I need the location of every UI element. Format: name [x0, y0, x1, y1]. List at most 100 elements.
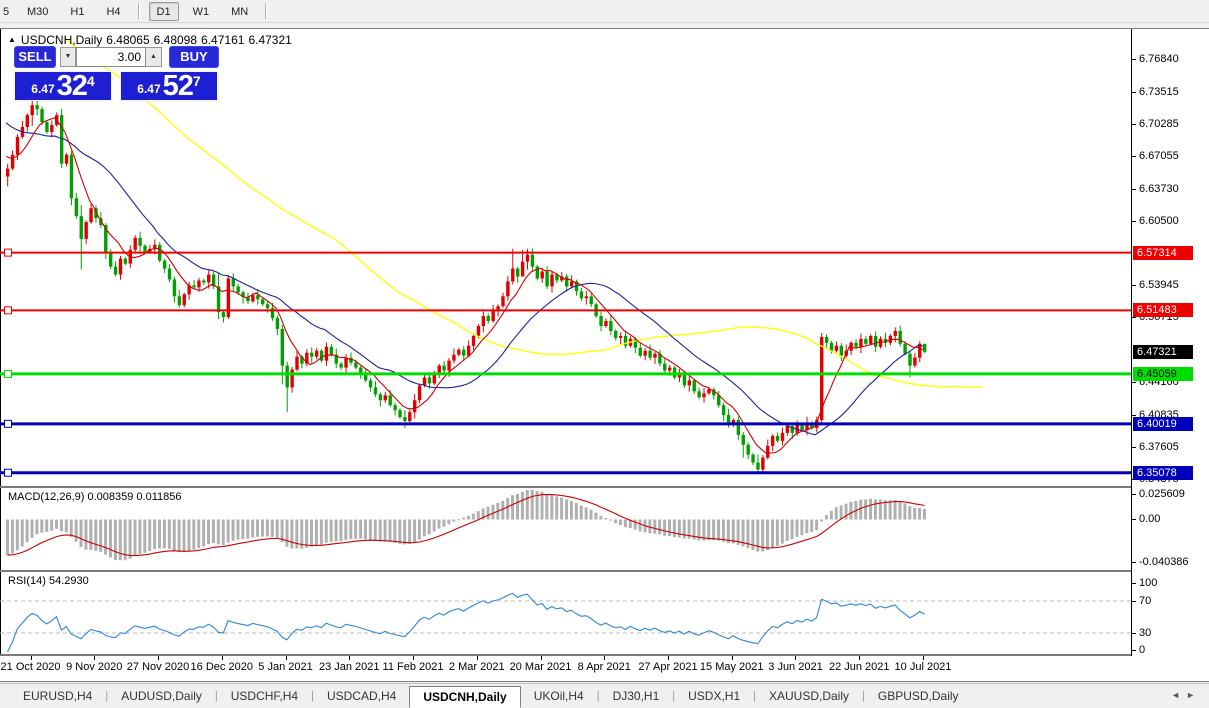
tab-scroll-left-icon[interactable]: ◄ — [1171, 690, 1186, 700]
date-axis-label: 11 Feb 2021 — [383, 661, 444, 673]
price-axis-label: 6.73515 — [1139, 86, 1179, 99]
tab-eurusd-h4[interactable]: EURUSD,H4 — [10, 686, 105, 708]
date-axis-tick — [923, 656, 924, 660]
volume-increase-button[interactable]: ▲ — [146, 47, 162, 67]
date-axis-tick — [604, 656, 605, 660]
macd-label: MACD(12,26,9) 0.008359 0.011856 — [8, 491, 181, 503]
price-axis-tick — [1132, 221, 1136, 222]
sell-quote[interactable]: 6.47 32 4 — [14, 71, 112, 101]
volume-input[interactable] — [76, 47, 146, 67]
date-axis-tick — [94, 656, 95, 660]
timeframe-h4[interactable]: H4 — [98, 2, 128, 21]
price-axis-tick — [1132, 285, 1136, 286]
rsi-indicator-pane[interactable] — [0, 572, 1131, 655]
rsi-axis-tick — [1132, 650, 1136, 651]
tab-usdchf-h4[interactable]: USDCHF,H4 — [218, 686, 311, 708]
price-line-tag: 6.35078 — [1133, 466, 1193, 480]
tab-gbpusd-daily[interactable]: GBPUSD,Daily — [865, 686, 972, 708]
tab-dj30-h1[interactable]: DJ30,H1 — [600, 686, 673, 708]
ohlc-open: 6.48065 — [106, 33, 149, 47]
sell-button[interactable]: SELL — [14, 46, 56, 68]
price-line-tag: 6.45059 — [1133, 367, 1193, 381]
date-axis-tick — [222, 656, 223, 660]
date-axis-tick — [668, 656, 669, 660]
timeframe-toolbar: 5 M30 H1 H4 D1 W1 MN — [0, 0, 1209, 23]
timeframe-w1[interactable]: W1 — [185, 2, 218, 21]
date-axis-label: 3 Jun 2021 — [768, 661, 822, 673]
price-line-tag: 6.57314 — [1133, 246, 1193, 260]
symbol-tab-bar: EURUSD,H4|AUDUSD,Daily|USDCHF,H4|USDCAD,… — [0, 683, 1209, 708]
price-axis-label: 6.53945 — [1139, 279, 1179, 292]
sell-price-prefix: 6.47 — [31, 80, 54, 99]
tab-ukoil-h4[interactable]: UKOil,H4 — [521, 686, 597, 708]
date-axis-tick — [859, 656, 860, 660]
date-axis-tick — [349, 656, 350, 660]
ohlc-close: 6.47321 — [248, 33, 291, 47]
buy-button[interactable]: BUY — [169, 46, 219, 68]
timeframe-h1[interactable]: H1 — [62, 2, 92, 21]
macd-axis-label: -0.040386 — [1139, 556, 1189, 569]
price-axis-tick — [1132, 447, 1136, 448]
date-axis-tick — [477, 656, 478, 660]
price-axis-label: 6.37605 — [1139, 441, 1179, 454]
tab-scroll-right-icon[interactable]: ► — [1186, 690, 1201, 700]
date-axis-label: 8 Apr 2021 — [578, 661, 631, 673]
buy-price-prefix: 6.47 — [137, 80, 160, 99]
buy-quote[interactable]: 6.47 52 7 — [120, 71, 218, 101]
date-axis-label: 9 Nov 2020 — [66, 661, 122, 673]
rsi-axis-tick — [1132, 583, 1136, 584]
date-axis-label: 21 Oct 2020 — [1, 661, 61, 673]
tab-usdcad-h4[interactable]: USDCAD,H4 — [314, 686, 409, 708]
one-click-trading-panel: SELL ▼ ▲ BUY 6.47 32 4 6.47 52 7 — [14, 46, 224, 101]
date-axis-label: 5 Jan 2021 — [258, 661, 312, 673]
date-axis-tick — [795, 656, 796, 660]
chart-symbol-title: USDCNH,Daily — [21, 33, 102, 47]
timeframe-m30[interactable]: M30 — [19, 2, 56, 21]
tab-usdcnh-daily[interactable]: USDCNH,Daily — [409, 686, 520, 708]
rsi-axis-tick — [1132, 601, 1136, 602]
price-axis-label: 6.63730 — [1139, 183, 1179, 196]
price-axis-label: 6.70285 — [1139, 118, 1179, 131]
date-axis-tick — [31, 656, 32, 660]
date-axis: 21 Oct 2020 9 Nov 2020 27 Nov 202016 Dec 2… — [0, 657, 1131, 681]
macd-axis-tick — [1132, 494, 1136, 495]
price-axis-tick — [1132, 382, 1136, 383]
date-axis-label: 20 Mar 2021 — [510, 661, 572, 673]
date-axis-label: 15 May 2021 — [700, 661, 764, 673]
date-axis-label: 27 Nov 2020 — [127, 661, 189, 673]
price-axis-tick — [1132, 92, 1136, 93]
date-axis-tick — [158, 656, 159, 660]
tab-scroll-arrows: ◄► — [1171, 690, 1201, 700]
collapse-chart-icon[interactable]: ▲ — [8, 35, 16, 44]
timeframe-d1[interactable]: D1 — [149, 2, 179, 21]
timeframe-5[interactable]: 5 — [0, 2, 13, 21]
price-axis-tick — [1132, 124, 1136, 125]
tab-usdx-h1[interactable]: USDX,H1 — [675, 686, 753, 708]
timeframe-mn[interactable]: MN — [223, 2, 256, 21]
ohlc-low: 6.47161 — [201, 33, 244, 47]
tab-xauusd-daily[interactable]: XAUUSD,Daily — [756, 686, 862, 708]
terminal-window: 5M30H1H4D1W1MN 6.768406.735156.702856.67… — [0, 0, 1209, 708]
rsi-label: RSI(14) 54.2930 — [8, 575, 89, 587]
price-axis-label: 6.60500 — [1139, 215, 1179, 228]
toolbar-separator — [138, 3, 140, 19]
chart-header: ▲USDCNH,Daily6.480656.480986.471616.4732… — [8, 33, 296, 47]
macd-axis-label: 0.025609 — [1139, 488, 1185, 501]
date-axis-tick — [732, 656, 733, 660]
rsi-axis-tick — [1132, 633, 1136, 634]
volume-decrease-button[interactable]: ▼ — [60, 47, 76, 67]
buy-price-pip: 7 — [193, 76, 201, 86]
rsi-axis-label: 100 — [1139, 577, 1157, 590]
date-axis-tick — [413, 656, 414, 660]
date-axis-label: 16 Dec 2020 — [191, 661, 253, 673]
rsi-axis-label: 30 — [1139, 627, 1151, 640]
date-axis-label: 23 Jan 2021 — [319, 661, 380, 673]
price-axis-tick — [1132, 156, 1136, 157]
date-axis-label: 22 Jun 2021 — [829, 661, 890, 673]
price-axis-label: 6.76840 — [1139, 53, 1179, 66]
date-axis-label: 10 Jul 2021 — [895, 661, 952, 673]
sell-price-pip: 4 — [87, 76, 95, 86]
buy-price-big: 52 — [163, 73, 193, 99]
price-line-tag: 6.51483 — [1133, 303, 1193, 317]
tab-audusd-daily[interactable]: AUDUSD,Daily — [108, 686, 215, 708]
